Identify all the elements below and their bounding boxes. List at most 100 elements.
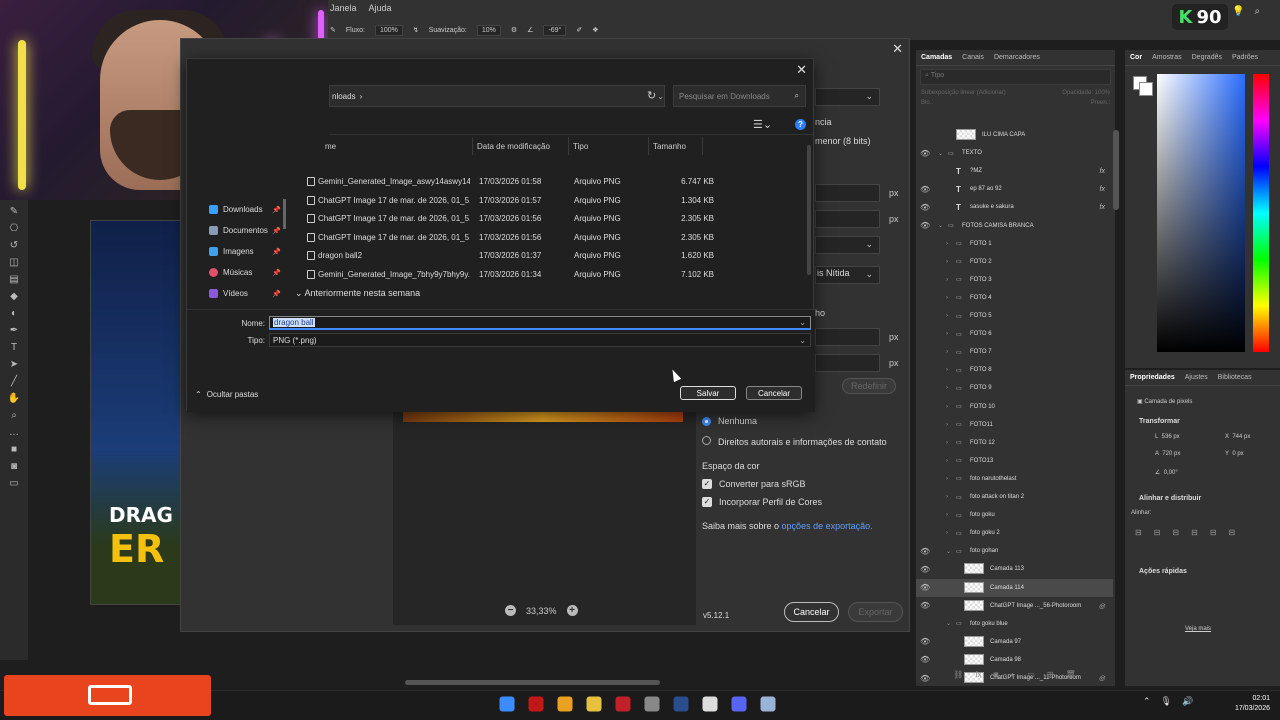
- tab-bibliotecas[interactable]: Bibliotecas: [1218, 374, 1252, 381]
- taskbar-app-icon[interactable]: [615, 696, 631, 712]
- layer-row[interactable]: › ▭ foto narutothelast: [916, 470, 1113, 488]
- hand-tool-icon[interactable]: ✋: [7, 394, 21, 404]
- adjustment-icon[interactable]: ◐: [1010, 670, 1015, 684]
- layer-row[interactable]: 👁 Camada 97: [916, 633, 1113, 651]
- layer-row[interactable]: 👁 Camada 98: [916, 651, 1113, 669]
- redefinir-button[interactable]: Redefinir: [842, 378, 896, 394]
- pen-icon[interactable]: ✒: [7, 326, 21, 336]
- layer-row[interactable]: › ▭ FOTO 10: [916, 398, 1113, 416]
- file-row[interactable]: Gemini_Generated_Image_7bhy9y7bhy9y... 17…: [303, 266, 803, 284]
- chevron-right-icon[interactable]: ›: [946, 530, 948, 536]
- symmetry-icon[interactable]: ❖: [592, 26, 598, 34]
- eye-icon[interactable]: 👁: [920, 655, 930, 664]
- hue-slider[interactable]: [1253, 74, 1269, 352]
- a-field[interactable]: A 720 px: [1155, 451, 1180, 457]
- trash-icon[interactable]: 🗑: [1066, 670, 1076, 684]
- color-field[interactable]: [1157, 74, 1245, 352]
- chevron-down-icon[interactable]: ⌄: [799, 336, 806, 345]
- taskbar-app-icon[interactable]: [702, 696, 718, 712]
- align-icons[interactable]: ⊟⊟⊟⊟⊟⊟: [1135, 528, 1247, 537]
- resample-dropdown[interactable]: is Nítida ⌄: [815, 266, 880, 284]
- fx-icon[interactable]: fx: [975, 670, 981, 684]
- link-icon[interactable]: ⛓: [953, 670, 963, 684]
- taskbar-clock[interactable]: 02:01 17/03/2026: [1226, 694, 1270, 714]
- taskbar-app-icon[interactable]: [731, 696, 747, 712]
- metadata-copyright-option[interactable]: Direitos autorais e informações de conta…: [702, 435, 902, 449]
- x-field[interactable]: X 744 px: [1225, 434, 1250, 440]
- layer-row[interactable]: › ▭ FOTO 1: [916, 235, 1113, 253]
- pin-icon[interactable]: 📌: [272, 227, 281, 235]
- file-list-scrollbar[interactable]: [807, 145, 811, 275]
- suavizacao-field[interactable]: 10%: [476, 24, 501, 36]
- more-tools-icon[interactable]: …: [7, 428, 21, 438]
- hide-folders-toggle[interactable]: ⌃ Ocultar pastas: [195, 390, 258, 399]
- chevron-down-icon[interactable]: ⌄: [946, 620, 951, 627]
- layer-row[interactable]: 👁 ChatGPT Image ..._56-Photoroom ◎: [916, 597, 1113, 615]
- mask-icon[interactable]: ◙: [994, 670, 999, 684]
- radio-unselected[interactable]: [702, 436, 711, 445]
- nav-imagens[interactable]: Imagens 📌: [187, 241, 285, 262]
- column-name[interactable]: me: [321, 137, 473, 155]
- pin-icon[interactable]: 📌: [272, 290, 281, 298]
- eye-icon[interactable]: 👁: [920, 203, 930, 212]
- layer-row[interactable]: › ▭ foto goku: [916, 506, 1113, 524]
- quickmask-icon[interactable]: ◙: [7, 462, 21, 472]
- brush-tool-icon[interactable]: ✎: [7, 207, 21, 217]
- layer-row[interactable]: 👁 Tsasuke e sakura fx: [916, 198, 1113, 216]
- chevron-right-icon[interactable]: ›: [946, 313, 948, 319]
- layer-row[interactable]: › ▭ FOTO 8: [916, 361, 1113, 379]
- chevron-right-icon[interactable]: ›: [946, 295, 948, 301]
- layer-row[interactable]: › ▭ FOTO11: [916, 416, 1113, 434]
- y-field[interactable]: Y 0 px: [1225, 451, 1244, 457]
- layer-filter[interactable]: ⌕ Tipo: [920, 69, 1111, 85]
- chevron-up-icon[interactable]: ⌃: [1143, 696, 1151, 707]
- fill[interactable]: Preen.:: [1091, 100, 1110, 106]
- layer-row[interactable]: 👁 ⌄ ▭ foto gohan: [916, 542, 1113, 560]
- volume-icon[interactable]: 🔊: [1182, 696, 1193, 707]
- column-date[interactable]: Data de modificação: [473, 137, 569, 155]
- chevron-right-icon[interactable]: ›: [946, 241, 948, 247]
- angle-field[interactable]: -69°: [543, 24, 567, 36]
- layer-row[interactable]: ⌄ ▭ foto goku blue: [916, 615, 1113, 633]
- eye-icon[interactable]: 👁: [920, 583, 930, 592]
- refresh-icon[interactable]: ↻: [647, 89, 656, 102]
- screen-mode-icon[interactable]: ▭: [7, 479, 21, 489]
- menu-ajuda[interactable]: Ajuda: [369, 3, 392, 16]
- history-brush-icon[interactable]: ↺: [7, 241, 21, 251]
- column-type[interactable]: Tipo: [569, 137, 649, 155]
- zoom-in-icon[interactable]: +: [566, 605, 578, 616]
- chevron-down-icon[interactable]: ⌄: [938, 150, 943, 157]
- layer-row[interactable]: › ▭ FOTO 4: [916, 289, 1113, 307]
- nav-musicas[interactable]: Músicas 📌: [187, 262, 285, 283]
- layer-row[interactable]: ILU CIMA CAPA: [916, 126, 1113, 144]
- blur-icon[interactable]: ◆: [7, 292, 21, 302]
- view-options-icon[interactable]: ☰⌄: [753, 118, 772, 131]
- layer-row[interactable]: 👁 ⌄ ▭ TEXTO: [916, 144, 1113, 162]
- mic-icon[interactable]: 🎙: [1161, 696, 1172, 707]
- export-button[interactable]: Exportar: [848, 602, 903, 622]
- layer-row[interactable]: › ▭ FOTO 3: [916, 271, 1113, 289]
- layer-row[interactable]: › ▭ foto goku 2: [916, 524, 1113, 542]
- chevron-down-icon[interactable]: ⌄: [799, 318, 806, 327]
- canvas-width-input[interactable]: [815, 328, 880, 346]
- taskbar-app-icon[interactable]: [528, 696, 544, 712]
- chevron-right-icon[interactable]: ›: [946, 422, 948, 428]
- layer-row[interactable]: › ▭ foto attack on titan 2: [916, 488, 1113, 506]
- nav-downloads[interactable]: Downloads 📌: [187, 199, 285, 220]
- layers-scrollbar[interactable]: [1113, 130, 1119, 210]
- file-row[interactable]: dragon ball2 17/03/2026 01:37 Arquivo PNG 1…: [303, 247, 803, 265]
- nav-documentos[interactable]: Documentos 📌: [187, 220, 285, 241]
- checkbox-checked[interactable]: ✓: [702, 479, 712, 489]
- eye-icon[interactable]: 👁: [920, 221, 930, 230]
- eye-icon[interactable]: 👁: [920, 637, 930, 646]
- dodge-icon[interactable]: ◐: [7, 309, 21, 319]
- metadata-none-option[interactable]: Nenhuma: [702, 416, 902, 426]
- resolution-dropdown[interactable]: ⌄: [815, 236, 880, 254]
- layer-row[interactable]: 👁 Tep 87 ao 92 fx: [916, 180, 1113, 198]
- l-field[interactable]: L 536 px: [1155, 434, 1180, 440]
- eye-icon[interactable]: 👁: [920, 547, 930, 556]
- fx-badge[interactable]: ◎: [1099, 602, 1105, 610]
- airbrush-icon[interactable]: ✎: [330, 26, 336, 34]
- line-tool-icon[interactable]: ╱: [7, 377, 21, 387]
- search-icon[interactable]: ⌕: [795, 91, 799, 101]
